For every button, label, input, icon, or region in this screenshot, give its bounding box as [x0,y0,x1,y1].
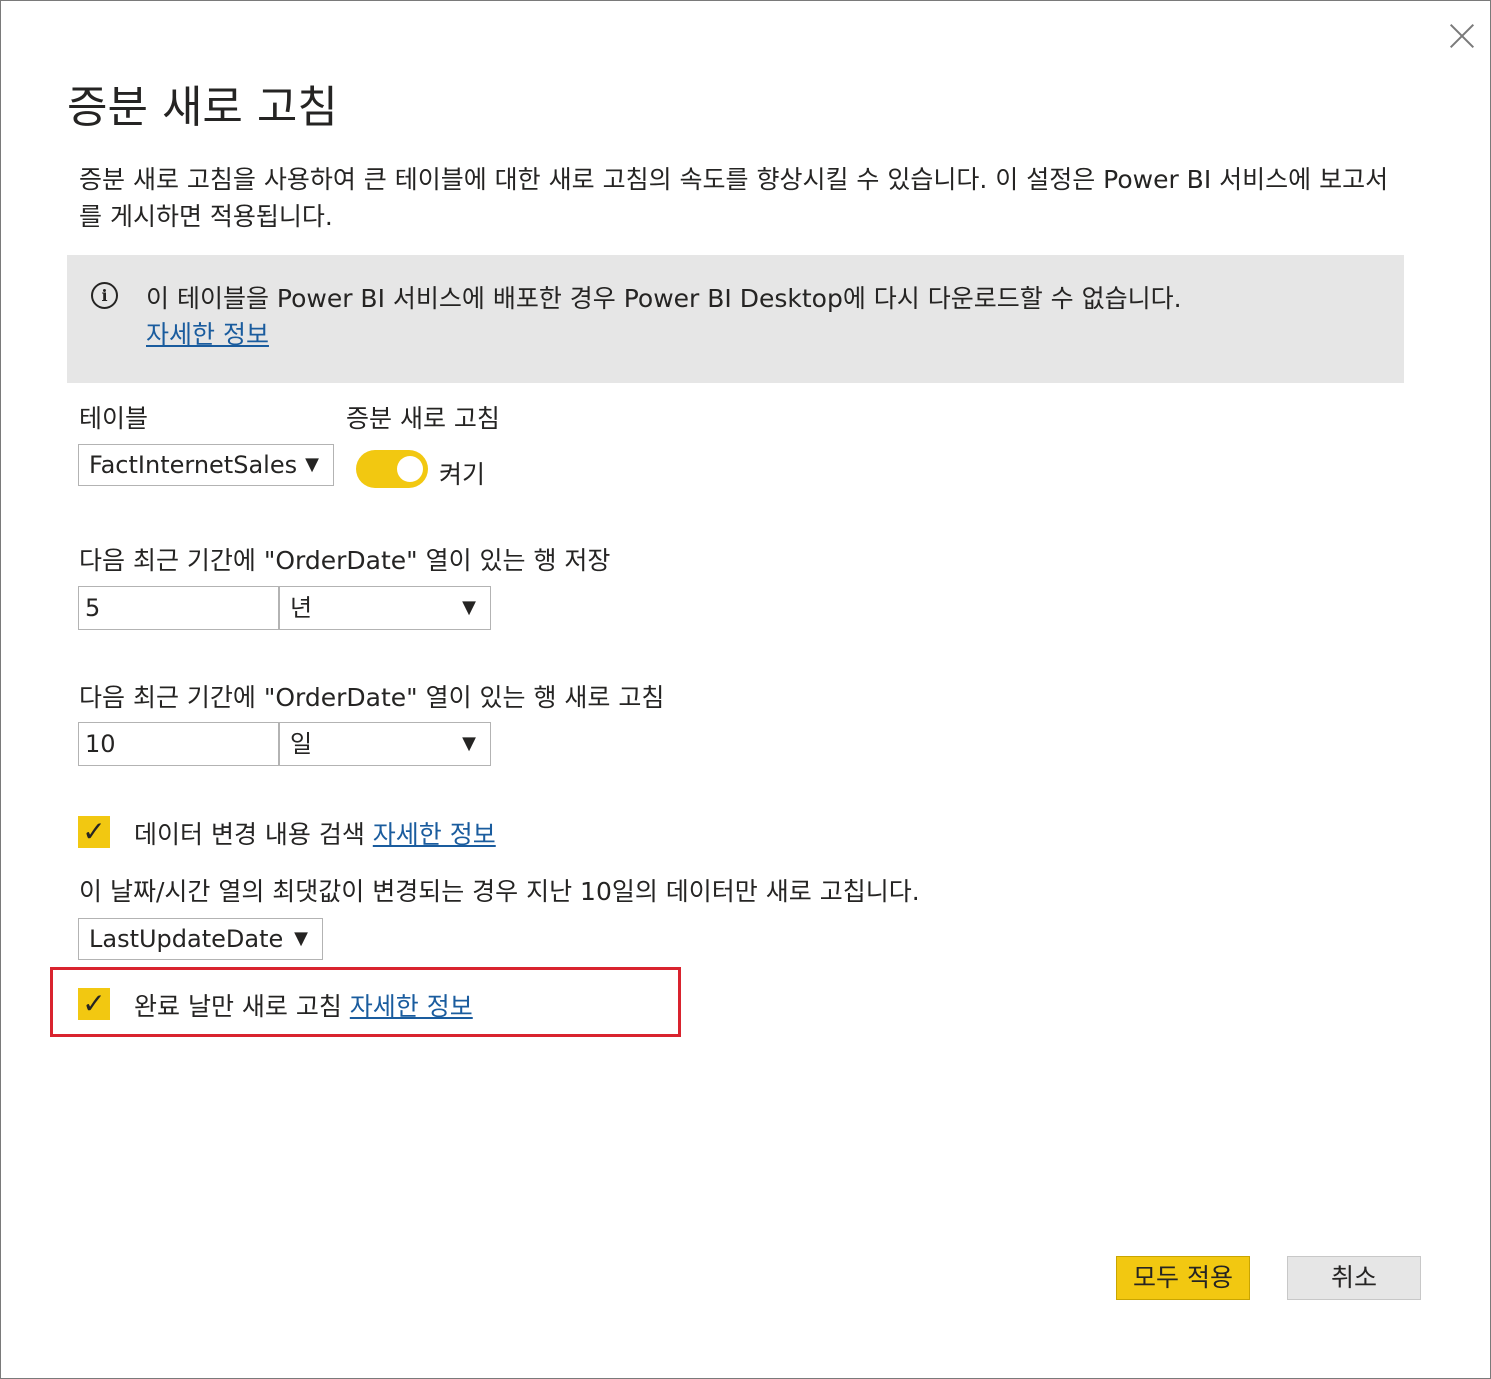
chevron-down-icon: ▼ [462,597,476,618]
close-icon[interactable] [1445,19,1479,53]
incremental-refresh-dialog: 증분 새로 고침 증분 새로 고침을 사용하여 큰 테이블에 대한 새로 고침의… [0,0,1491,1379]
incremental-refresh-toggle[interactable] [356,450,428,488]
detect-changes-learn-more-link[interactable]: 자세한 정보 [373,820,496,849]
info-banner-learn-more-link[interactable]: 자세한 정보 [146,320,269,349]
refresh-period-unit-value: 일 [290,730,313,758]
dialog-description: 증분 새로 고침을 사용하여 큰 테이블에 대한 새로 고침의 속도를 향상시킬… [79,165,1389,231]
store-period-value-input[interactable] [78,586,279,630]
apply-all-button[interactable]: 모두 적용 [1116,1256,1250,1300]
detect-changes-column-value: LastUpdateDate [89,925,284,953]
toggle-knob [397,456,423,482]
cancel-button[interactable]: 취소 [1287,1256,1421,1300]
store-period-label: 다음 최근 기간에 "OrderDate" 열이 있는 행 저장 [79,546,611,575]
info-icon: i [91,282,118,309]
detect-changes-row: 데이터 변경 내용 검색 자세한 정보 [134,815,496,851]
table-label: 테이블 [79,404,149,433]
detect-changes-checkbox[interactable]: ✓ [78,816,110,848]
complete-days-learn-more-link[interactable]: 자세한 정보 [350,992,473,1021]
chevron-down-icon: ▼ [462,733,476,754]
store-period-unit-select[interactable]: 년 ▼ [279,586,491,630]
refresh-period-unit-select[interactable]: 일 ▼ [279,722,491,766]
info-banner-text-block: 이 테이블을 Power BI 서비스에 배포한 경우 Power BI Des… [146,281,1182,353]
refresh-period-label: 다음 최근 기간에 "OrderDate" 열이 있는 행 새로 고침 [79,683,665,712]
complete-days-row: 완료 날만 새로 고침 자세한 정보 [134,987,473,1023]
info-banner-text: 이 테이블을 Power BI 서비스에 배포한 경우 Power BI Des… [146,284,1182,313]
complete-days-checkbox[interactable]: ✓ [78,988,110,1020]
table-select-value: FactInternetSales [89,451,298,479]
chevron-down-icon: ▼ [294,928,308,949]
info-banner: i 이 테이블을 Power BI 서비스에 배포한 경우 Power BI D… [67,255,1404,383]
table-select[interactable]: FactInternetSales ▼ [78,444,334,486]
incremental-refresh-label: 증분 새로 고침 [346,404,500,433]
detect-changes-column-select[interactable]: LastUpdateDate ▼ [78,918,323,960]
store-period-unit-value: 년 [290,594,313,622]
toggle-state-label: 켜기 [439,460,486,489]
refresh-period-value-input[interactable] [78,722,279,766]
complete-days-label: 완료 날만 새로 고침 [134,992,342,1021]
detect-changes-label: 데이터 변경 내용 검색 [134,820,365,849]
chevron-down-icon: ▼ [305,454,319,475]
dialog-title: 증분 새로 고침 [67,82,338,133]
detect-changes-note: 이 날짜/시간 열의 최댓값이 변경되는 경우 지난 10일의 데이터만 새로 … [79,877,920,906]
